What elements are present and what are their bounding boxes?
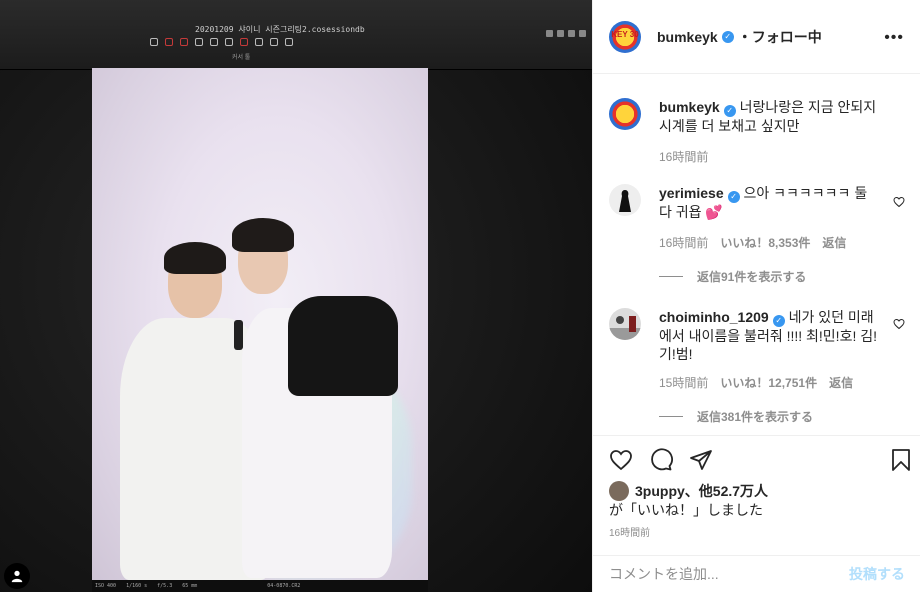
post-actions <box>593 435 920 485</box>
likes-suffix: が「いいね！」しました <box>609 502 763 518</box>
person-right-hair <box>232 218 294 252</box>
caption-time[interactable]: 16時間前 <box>659 148 708 165</box>
tool-icon <box>225 38 233 46</box>
replies-divider <box>659 276 683 277</box>
window-icon <box>568 30 575 37</box>
tool-icon <box>150 38 158 46</box>
likes-summary: 3puppy、他52.7万人 が「いいね！」しました <box>609 481 909 519</box>
comment-likes[interactable]: いいね！12,751件 <box>720 374 817 391</box>
post-timestamp[interactable]: 16時間前 <box>609 524 650 539</box>
caption-meta: 16時間前 <box>659 148 708 165</box>
verified-icon: ✓ <box>721 30 734 43</box>
tool-icon <box>255 38 263 46</box>
tool-icon <box>240 38 248 46</box>
liker-username[interactable]: 3puppy <box>635 483 685 499</box>
tool-icon <box>195 38 203 46</box>
comment-likes[interactable]: いいね！8,353件 <box>720 234 810 251</box>
view-replies-label: 返信381件を表示する <box>697 410 814 424</box>
avatar[interactable] <box>609 481 629 501</box>
post-header: KEY 30 bumkeyk ✓ ・フォロー中 ••• <box>593 0 920 74</box>
avatar-logo-text: KEY 30 <box>611 29 639 39</box>
avatar[interactable] <box>609 98 641 130</box>
replies-divider <box>659 416 683 417</box>
user-tag-button[interactable] <box>4 563 30 589</box>
monitor-icons <box>546 30 586 37</box>
add-comment-bar: 投稿する <box>593 555 920 592</box>
tool-icon <box>165 38 173 46</box>
person-icon <box>11 570 23 583</box>
comment-body: yerimiese ✓ 으아 ㅋㅋㅋㅋㅋㅋ 둘다 귀욥 💕 <box>659 184 879 221</box>
post-photo[interactable]: 20201209 샤이니 시즌그리팅2.cosessiondb 커서 툴 ISO… <box>0 0 592 592</box>
photo-status-line: ISO 400 1/160 s f/5.3 65 mm 04-0870.CR2 <box>92 580 428 592</box>
view-replies-button[interactable]: 返信381件を表示する <box>659 408 813 425</box>
caption-username[interactable]: bumkeyk <box>659 99 720 115</box>
like-heart-icon[interactable] <box>609 448 633 472</box>
reply-button[interactable]: 返信 <box>822 234 846 251</box>
comment-bubble-icon[interactable] <box>649 448 673 472</box>
person-left-hair <box>164 242 226 274</box>
comment-meta: 16時間前 いいね！8,353件 返信 <box>659 234 846 251</box>
status-iso: ISO 400 <box>95 583 117 589</box>
status-filename: 04-0870.CR2 <box>267 583 301 589</box>
like-comment-heart-icon[interactable] <box>893 318 905 330</box>
comment-time[interactable]: 15時間前 <box>659 374 708 391</box>
avatar-image-icon <box>619 190 631 212</box>
tool-caption: 커서 툴 <box>232 55 251 61</box>
window-icon <box>546 30 553 37</box>
status-aperture: f/5.3 <box>157 583 173 589</box>
header-username[interactable]: bumkeyk <box>657 29 718 45</box>
view-replies-label: 返信91件を表示する <box>697 270 807 284</box>
microphone <box>234 320 243 350</box>
status-focal: 65 mm <box>182 583 198 589</box>
caption-body: bumkeyk ✓ 너랑나랑은 지금 안되지 시계를 더 보채고 싶지만 <box>659 98 879 135</box>
status-shutter: 1/160 s <box>126 583 148 589</box>
monitor-tool-row <box>150 36 330 48</box>
comment-meta: 15時間前 いいね！12,751件 返信 <box>659 374 853 391</box>
share-paper-plane-icon[interactable] <box>689 448 713 472</box>
like-comment-heart-icon[interactable] <box>893 196 905 208</box>
reply-button[interactable]: 返信 <box>829 374 853 391</box>
monitor-title: 20201209 샤이니 시즌그리팅2.cosessiondb <box>195 25 365 34</box>
window-icon <box>579 30 586 37</box>
comment-time[interactable]: 16時間前 <box>659 234 708 251</box>
tool-icon <box>210 38 218 46</box>
avatar[interactable]: KEY 30 <box>609 20 641 53</box>
comments-list: bumkeyk ✓ 너랑나랑은 지금 안되지 시계를 더 보채고 싶지만 16時間… <box>593 74 920 435</box>
tool-icon <box>270 38 278 46</box>
verified-icon: ✓ <box>772 315 785 327</box>
comment-username[interactable]: choiminho_1209 <box>659 309 769 325</box>
add-comment-input[interactable] <box>609 566 849 582</box>
window-icon <box>557 30 564 37</box>
likes-others[interactable]: 、他52.7万人 <box>685 483 768 499</box>
verified-icon: ✓ <box>723 105 736 117</box>
bookmark-icon[interactable] <box>889 448 913 472</box>
avatar[interactable] <box>609 184 641 216</box>
avatar-image-icon <box>609 316 641 340</box>
post-comment-button[interactable]: 投稿する <box>849 564 905 584</box>
view-replies-button[interactable]: 返信91件を表示する <box>659 268 806 285</box>
tool-icon <box>285 38 293 46</box>
verified-icon: ✓ <box>727 191 740 203</box>
avatar[interactable] <box>609 308 641 340</box>
more-options-icon[interactable]: ••• <box>884 29 904 47</box>
tool-icon <box>180 38 188 46</box>
person-right-shirt <box>288 296 398 396</box>
follow-status[interactable]: ・フォロー中 <box>738 27 822 47</box>
photo-canvas <box>92 68 428 580</box>
comment-body: choiminho_1209 ✓ 네가 있던 미래에서 내이름을 불러줘 !!!!… <box>659 308 879 363</box>
monitor-toolbar: 20201209 샤이니 시즌그리팅2.cosessiondb 커서 툴 <box>0 0 592 70</box>
post-side-panel: KEY 30 bumkeyk ✓ ・フォロー中 ••• bumkeyk ✓ 너랑나… <box>592 0 920 592</box>
comment-username[interactable]: yerimiese <box>659 185 724 201</box>
